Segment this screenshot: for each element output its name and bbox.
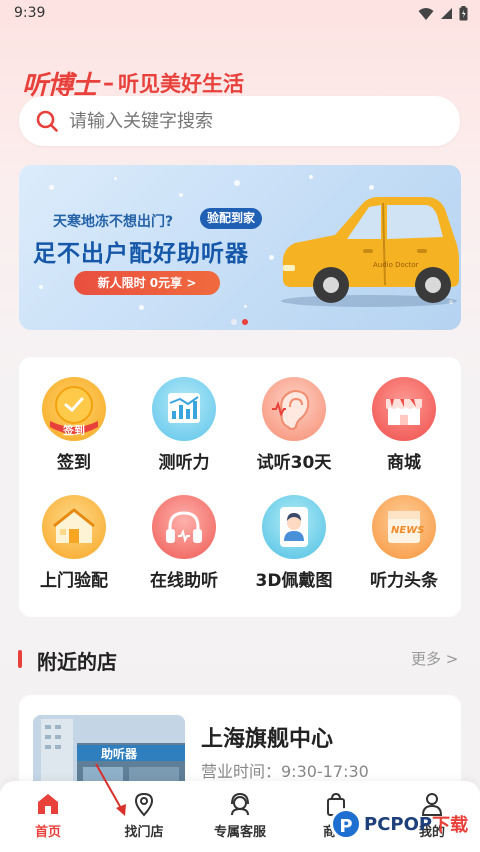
signal-icon <box>441 8 452 19</box>
3d-wear-icon <box>262 495 326 559</box>
home-icon <box>38 794 58 814</box>
customer-service-icon <box>231 792 249 816</box>
brand-slogan: 听见美好生活 <box>118 72 245 96</box>
brand-dash: – <box>103 70 115 96</box>
wifi-icon <box>418 7 434 20</box>
watermark-circle: P <box>330 808 362 840</box>
checkin-badge: 签到 <box>63 424 85 437</box>
grid-item-shop[interactable]: 商城 <box>349 377 459 473</box>
store-sign: 助听器 <box>101 746 138 761</box>
tab-label: 首页 <box>34 825 61 840</box>
grid-item-3d-wear[interactable]: 3D佩戴图 <box>239 495 349 591</box>
more-link[interactable]: 更多 > <box>411 648 458 669</box>
search-icon <box>36 110 58 132</box>
banner-title: 足不出户配好助听器 <box>33 241 249 267</box>
grid-item-online-aid[interactable]: 在线助听 <box>129 495 239 591</box>
battery-icon <box>459 6 468 21</box>
search-bar[interactable] <box>19 96 460 146</box>
location-pin-icon <box>134 792 154 817</box>
car-illustration: Audio Doctor <box>281 197 459 307</box>
tab-label: 找门店 <box>124 825 164 840</box>
grid-item-label: 在线助听 <box>150 571 218 591</box>
banner-pill: 验配到家 <box>200 208 263 229</box>
tab-label: 专属客服 <box>213 825 266 840</box>
brand-header: 听博士 – 听见美好生活 <box>22 66 245 101</box>
grid-item-label: 签到 <box>57 453 91 473</box>
store-name: 上海旗舰中心 <box>201 727 334 752</box>
status-time: 9:39 <box>14 5 46 21</box>
grid-item-checkin[interactable]: 签到 签到 <box>19 377 129 473</box>
headphones-icon <box>152 495 216 559</box>
watermark-suffix: 下载 <box>432 815 469 836</box>
grid-item-label: 3D佩戴图 <box>255 571 333 591</box>
nearby-title: 附近的店 <box>37 650 117 674</box>
grid-item-label: 测听力 <box>158 453 210 473</box>
home-visit-icon <box>42 495 106 559</box>
banner-subtitle: 天寒地冻不想出门? <box>53 214 174 230</box>
status-icons <box>418 6 468 21</box>
grid-item-news[interactable]: NEWS 听力头条 <box>349 495 459 591</box>
annotation-arrow <box>95 763 126 816</box>
ear-icon <box>262 377 326 441</box>
store-hours: 营业时间：9:30-17:30 <box>201 762 369 781</box>
section-indicator <box>18 650 22 668</box>
grid-item-trial[interactable]: 试听30天 <box>239 377 349 473</box>
grid-item-label: 上门验配 <box>40 571 108 591</box>
grid-item-home-visit[interactable]: 上门验配 <box>19 495 129 591</box>
grid-item-label: 试听30天 <box>256 453 332 473</box>
checkin-coin-icon: 签到 <box>42 377 106 441</box>
tab-customer-service[interactable]: 专属客服 <box>192 791 288 840</box>
feature-grid: 签到 签到 测听力 试听30天 商城 上门验配 在线助听 3D佩戴图 NEWS … <box>19 357 461 617</box>
news-icon: NEWS <box>372 495 436 559</box>
watermark-logo: P PCPOP 下载 <box>330 808 468 840</box>
search-input[interactable] <box>69 110 429 132</box>
news-badge: NEWS <box>391 525 424 536</box>
hearing-test-chart-icon <box>152 377 216 441</box>
banner-cta-button[interactable]: 新人限时 0元享 > <box>74 271 220 295</box>
banner-pagination <box>231 319 248 325</box>
grid-item-label: 听力头条 <box>370 571 438 591</box>
watermark-brand: PCPOP <box>364 813 433 835</box>
status-bar: 9:39 <box>0 0 480 28</box>
promo-banner[interactable]: 天寒地冻不想出门? 验配到家 足不出户配好助听器 新人限时 0元享 > Audi… <box>19 165 461 330</box>
tab-home[interactable]: 首页 <box>0 791 96 840</box>
pagination-dot-active <box>242 319 248 325</box>
grid-item-hearing-test[interactable]: 测听力 <box>129 377 239 473</box>
pagination-dot <box>231 319 237 325</box>
shop-icon <box>372 377 436 441</box>
grid-item-label: 商城 <box>387 453 421 473</box>
car-badge-text: Audio Doctor <box>373 261 419 269</box>
